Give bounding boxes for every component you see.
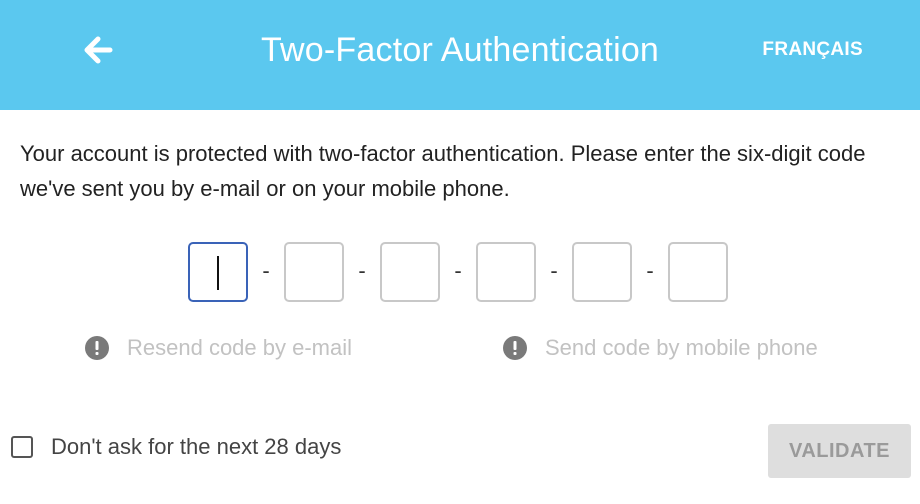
code-separator: - (454, 258, 462, 283)
send-phone-label: Send code by mobile phone (545, 335, 818, 360)
resend-email-label: Resend code by e-mail (127, 335, 353, 360)
alert-circle-icon (85, 336, 109, 360)
code-separator: - (646, 258, 654, 283)
code-separator: - (358, 258, 366, 283)
code-separator: - (262, 258, 270, 283)
remember-label: Don't ask for the next 28 days (51, 434, 342, 459)
resend-email-link[interactable]: Resend code by e-mail (85, 334, 352, 362)
intro-text: Your account is protected with two-facto… (20, 141, 866, 201)
validate-button[interactable]: VALIDATE (768, 424, 911, 478)
language-switch-link[interactable]: FRANÇAIS (762, 38, 863, 62)
code-digit-1-input[interactable] (188, 242, 248, 302)
remember-checkbox[interactable] (11, 436, 33, 458)
code-digit-3-input[interactable] (380, 242, 440, 302)
code-digit-4-input[interactable] (476, 242, 536, 302)
text-caret (217, 256, 219, 290)
alert-circle-icon (503, 336, 527, 360)
code-separator: - (550, 258, 558, 283)
remember-device-option[interactable]: Don't ask for the next 28 days (11, 432, 341, 462)
code-digit-2-input[interactable] (284, 242, 344, 302)
code-digit-6-input[interactable] (668, 242, 728, 302)
send-phone-link[interactable]: Send code by mobile phone (503, 334, 818, 362)
code-digit-5-input[interactable] (572, 242, 632, 302)
app-header: Two-Factor Authentication FRANÇAIS (0, 0, 920, 110)
